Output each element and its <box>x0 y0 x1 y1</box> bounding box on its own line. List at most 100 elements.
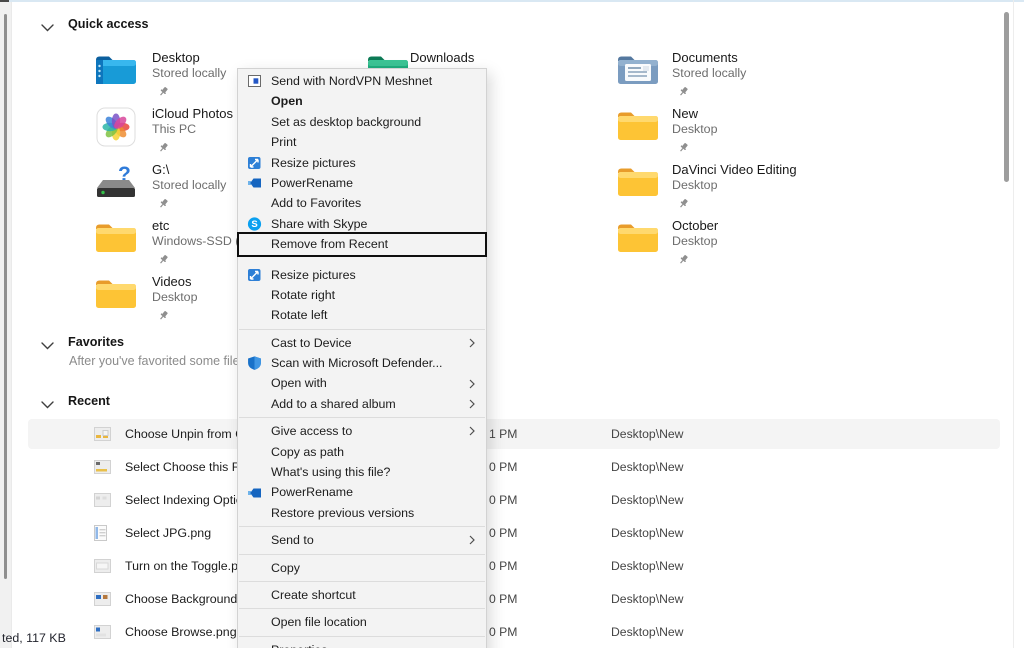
file-thumbnail-icon <box>94 592 111 606</box>
menu-item-share-with-skype[interactable]: S Share with Skype <box>238 214 486 234</box>
menu-item-rotate-right[interactable]: Rotate right <box>238 285 486 305</box>
menu-item-restore-previous-versions[interactable]: Restore previous versions <box>238 503 486 523</box>
menu-item-powerrename[interactable]: PowerRename <box>238 482 486 502</box>
menu-item-set-as-desktop-background[interactable]: Set as desktop background <box>238 112 486 132</box>
menu-item-label: Open file location <box>271 615 367 629</box>
menu-item-scan-with-microsoft-defender[interactable]: Scan with Microsoft Defender... <box>238 353 486 373</box>
recent-file-row[interactable]: Select JPG.png0 PMDesktop\New <box>28 518 1000 548</box>
file-path: Desktop\New <box>611 526 683 540</box>
quick-access-item[interactable]: NewDesktop <box>616 106 846 158</box>
file-time: 0 PM <box>489 592 517 606</box>
recent-file-row[interactable]: Choose Browse.png0 PMDesktop\New <box>28 617 1000 647</box>
menu-item-add-to-favorites[interactable]: Add to Favorites <box>238 193 486 213</box>
quick-access-section-header[interactable]: Quick access <box>68 17 149 31</box>
context-menu: Send with NordVPN Meshnet Open Set as desk… <box>237 68 487 648</box>
left-scrollbar-thumb[interactable] <box>4 14 7 579</box>
menu-separator <box>239 554 485 555</box>
file-time: 0 PM <box>489 625 517 639</box>
image-resizer-icon <box>247 267 262 282</box>
menu-item-label: PowerRename <box>271 176 353 190</box>
quick-access-item[interactable]: OctoberDesktop <box>616 218 846 270</box>
right-scrollbar-thumb[interactable] <box>1004 12 1009 182</box>
status-bar-text: ted, 117 KB <box>2 631 66 645</box>
menu-item-label: Open <box>271 94 303 108</box>
item-title: Downloads <box>410 50 474 65</box>
image-resizer-icon <box>247 155 262 170</box>
file-thumbnail-icon <box>94 559 111 573</box>
menu-item-open[interactable]: Open <box>238 91 486 111</box>
file-explorer-window: Quick access Favorites After you've favo… <box>0 0 1024 648</box>
file-name: Select Indexing Option <box>125 493 250 507</box>
recent-section-header[interactable]: Recent <box>68 394 110 408</box>
chevron-down-icon[interactable] <box>41 19 54 27</box>
menu-item-print[interactable]: Print <box>238 132 486 152</box>
pin-icon <box>678 252 689 270</box>
menu-item-copy-as-path[interactable]: Copy as path <box>238 442 486 462</box>
recent-file-row[interactable]: Turn on the Toggle.png0 PMDesktop\New <box>28 551 1000 581</box>
recent-file-row[interactable]: Select Choose this Fold0 PMDesktop\New <box>28 452 1000 482</box>
menu-item-resize-pictures[interactable]: Resize pictures <box>238 265 486 285</box>
favorites-section-header[interactable]: Favorites <box>68 335 124 349</box>
chevron-down-icon[interactable] <box>41 396 54 404</box>
menu-item-powerrename[interactable]: PowerRename <box>238 173 486 193</box>
desktop-folder-icon <box>94 50 138 92</box>
menu-separator <box>239 526 485 527</box>
icloud-photos-icon <box>94 106 138 148</box>
file-path: Desktop\New <box>611 592 683 606</box>
menu-item-label: What's using this file? <box>271 465 390 479</box>
menu-item-give-access-to[interactable]: Give access to <box>238 421 486 441</box>
menu-item-label: Scan with Microsoft Defender... <box>271 356 442 370</box>
power-rename-icon <box>247 176 262 191</box>
menu-item-label: Send to <box>271 533 314 547</box>
defender-icon <box>247 356 262 371</box>
menu-item-send-to[interactable]: Send to <box>238 530 486 550</box>
menu-item-copy[interactable]: Copy <box>238 558 486 578</box>
item-title: G:\ <box>152 162 226 177</box>
svg-text:S: S <box>251 219 257 230</box>
menu-item-remove-from-recent[interactable]: Remove from Recent <box>238 234 486 254</box>
file-time: 0 PM <box>489 460 517 474</box>
chevron-down-icon[interactable] <box>41 337 54 345</box>
submenu-arrow-icon <box>469 426 475 436</box>
item-title: October <box>672 218 718 233</box>
quick-access-item[interactable]: DaVinci Video EditingDesktop <box>616 162 846 214</box>
item-subtitle: Desktop <box>152 289 197 305</box>
menu-item-label: Cast to Device <box>271 336 352 350</box>
recent-file-row[interactable]: Choose Unpin from Qu1 PMDesktop\New <box>28 419 1000 449</box>
menu-item-label: Open with <box>271 376 327 390</box>
pane-edge-divider <box>1013 0 1014 648</box>
file-path: Desktop\New <box>611 493 683 507</box>
menu-item-label: Share with Skype <box>271 217 367 231</box>
recent-file-row[interactable]: Choose Background.pn0 PMDesktop\New <box>28 584 1000 614</box>
item-subtitle: Stored locally <box>152 177 226 193</box>
pin-icon <box>158 140 169 158</box>
submenu-arrow-icon <box>469 379 475 389</box>
menu-item-add-to-a-shared-album[interactable]: Add to a shared album <box>238 394 486 414</box>
menu-item-create-shortcut[interactable]: Create shortcut <box>238 585 486 605</box>
power-rename-icon <box>247 485 262 500</box>
item-title: Documents <box>672 50 746 65</box>
menu-item-rotate-left[interactable]: Rotate left <box>238 305 486 325</box>
recent-file-row[interactable]: Select Indexing Option0 PMDesktop\New <box>28 485 1000 515</box>
item-title: New <box>672 106 717 121</box>
file-path: Desktop\New <box>611 460 683 474</box>
menu-item-send-with-nordvpn-meshnet[interactable]: Send with NordVPN Meshnet <box>238 71 486 91</box>
quick-access-item[interactable]: DocumentsStored locally <box>616 50 846 102</box>
menu-item-cast-to-device[interactable]: Cast to Device <box>238 333 486 353</box>
menu-item-resize-pictures[interactable]: Resize pictures <box>238 153 486 173</box>
menu-item-properties[interactable]: Properties <box>238 640 486 648</box>
file-time: 0 PM <box>489 526 517 540</box>
pin-icon <box>158 196 169 214</box>
submenu-arrow-icon <box>469 399 475 409</box>
menu-item-what-s-using-this-file[interactable]: What's using this file? <box>238 462 486 482</box>
menu-item-label: Add to a shared album <box>271 397 396 411</box>
menu-item-label: Rotate left <box>271 308 327 322</box>
file-name: Choose Unpin from Qu <box>125 427 252 441</box>
menu-item-label: Create shortcut <box>271 588 356 602</box>
item-subtitle: This PC <box>152 121 233 137</box>
yellow-folder-icon <box>616 106 660 148</box>
menu-item-open-with[interactable]: Open with <box>238 373 486 393</box>
menu-item-label: PowerRename <box>271 485 353 499</box>
menu-item-open-file-location[interactable]: Open file location <box>238 612 486 632</box>
file-time: 1 PM <box>489 427 517 441</box>
